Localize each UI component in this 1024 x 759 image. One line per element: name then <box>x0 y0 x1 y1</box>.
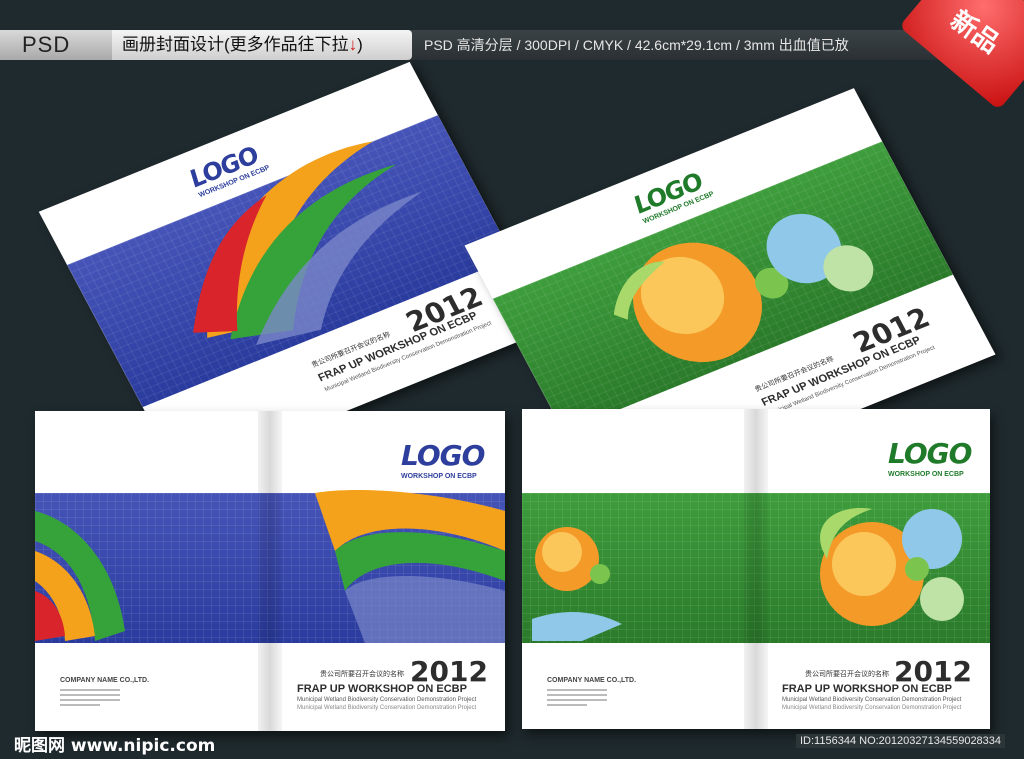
spread-subtitle-2: Municipal Wetland Biodiversity Conservat… <box>297 705 477 711</box>
site-watermark: 昵图网 www.nipic.com <box>14 736 216 756</box>
spread-logo-sub: WORKSHOP ON ECBP <box>401 473 477 480</box>
spine-fold <box>744 409 768 729</box>
company-address-lines <box>60 689 120 709</box>
spine-fold <box>258 411 282 731</box>
spread-cn-title: 贵公司所要召开会议的名称 <box>320 671 404 678</box>
banner-specs: PSD 高清分层 / 300DPI / CMYK / 42.6cm*29.1cm… <box>424 37 849 53</box>
spread-subtitle-2: Municipal Wetland Biodiversity Conservat… <box>782 705 962 711</box>
spread-blue: LOGO WORKSHOP ON ECBP COMPANY NAME CO.,L… <box>35 411 505 731</box>
spread-subtitle: Municipal Wetland Biodiversity Conservat… <box>297 697 477 703</box>
banner-more: (更多作品往下拉 <box>224 35 349 54</box>
spread-cn-title: 贵公司所要召开会议的名称 <box>805 671 889 678</box>
spread-green: LOGO WORKSHOP ON ECBP COMPANY NAME CO.,L… <box>522 409 990 729</box>
psd-label: PSD <box>0 30 112 60</box>
spread-logo: LOGO <box>401 439 485 472</box>
spread-logo: LOGO <box>888 437 972 470</box>
company-address-lines <box>547 689 607 709</box>
title-pill: 画册封面设计(更多作品往下拉↓) <box>112 30 412 60</box>
image-id-label: ID:1156344 NO:20120327134559028334 <box>796 734 1006 748</box>
company-name: COMPANY NAME CO.,LTD. <box>547 677 637 684</box>
spread-tagline: FRAP UP WORKSHOP ON ECBP <box>782 683 952 695</box>
spread-tagline: FRAP UP WORKSHOP ON ECBP <box>297 683 467 695</box>
company-name: COMPANY NAME CO.,LTD. <box>60 677 150 684</box>
banner-close-paren: ) <box>357 35 363 54</box>
spread-logo-sub: WORKSHOP ON ECBP <box>888 471 964 478</box>
down-arrow-icon: ↓ <box>348 35 358 54</box>
spread-subtitle: Municipal Wetland Biodiversity Conservat… <box>782 697 962 703</box>
banner-title: 画册封面设计 <box>122 35 224 54</box>
